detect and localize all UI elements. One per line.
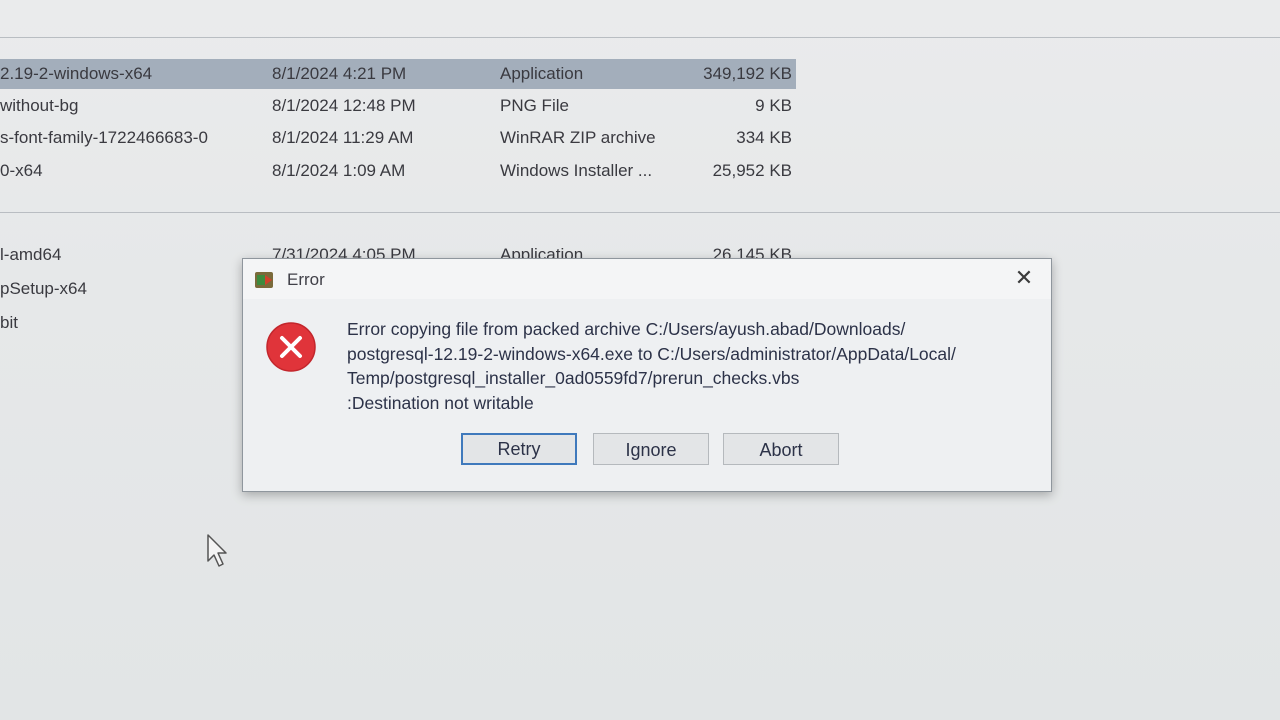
file-type: PNG File (500, 96, 569, 115)
file-row[interactable]: pSetup-x64 (0, 274, 240, 304)
file-row[interactable]: 2.19-2-windows-x64 8/1/2024 4:21 PM Appl… (0, 59, 796, 89)
mouse-pointer-icon (206, 533, 230, 569)
error-x-icon (265, 321, 317, 373)
file-type: WinRAR ZIP archive (500, 128, 656, 147)
file-size: 25,952 KB (712, 161, 792, 180)
file-row[interactable]: 0-x64 8/1/2024 1:09 AM Windows Installer… (0, 156, 796, 186)
file-name: 2.19-2-windows-x64 (0, 64, 153, 83)
file-type: Windows Installer ... (500, 161, 653, 180)
ignore-button[interactable]: Ignore (593, 433, 709, 465)
error-dialog: Error ✕ Error copying file from packed a… (242, 258, 1052, 492)
abort-button[interactable]: Abort (723, 433, 839, 465)
file-row[interactable]: without-bg 8/1/2024 12:48 PM PNG File 9 … (0, 91, 796, 121)
file-name: pSetup-x64 (0, 279, 87, 298)
file-name: l-amd64 (0, 245, 62, 263)
file-date: 8/1/2024 12:48 PM (272, 96, 416, 115)
file-date: 8/1/2024 1:09 AM (272, 161, 406, 180)
message-line: :Destination not writable (347, 392, 534, 413)
dialog-title: Error (287, 270, 325, 289)
file-name: without-bg (0, 96, 79, 115)
message-line: postgresql-12.19-2-windows-x64.exe to C:… (347, 343, 956, 364)
file-row[interactable]: s-font-family-1722466683-0 8/1/2024 11:2… (0, 123, 796, 153)
message-line: Temp/postgresql_installer_0ad0559fd7/pre… (347, 368, 800, 388)
installer-app-icon (253, 269, 275, 291)
error-message: Error copying file from packed archive C… (347, 317, 1037, 415)
file-name: 0-x64 (0, 161, 43, 180)
top-divider (0, 37, 1280, 38)
message-line: Error copying file from packed archive C… (347, 319, 906, 339)
retry-button[interactable]: Retry (461, 433, 577, 465)
file-date: 8/1/2024 4:21 PM (272, 64, 407, 83)
dialog-titlebar[interactable]: Error ✕ (243, 259, 1051, 299)
file-name: bit (0, 313, 18, 332)
file-size: 349,192 KB (703, 64, 792, 83)
file-size: 334 KB (736, 128, 792, 147)
close-icon[interactable]: ✕ (1007, 263, 1041, 293)
group-divider (0, 212, 1280, 213)
file-row[interactable]: bit (0, 308, 240, 338)
file-size: 9 KB (755, 96, 792, 115)
file-type: Application (500, 64, 584, 83)
file-name: s-font-family-1722466683-0 (0, 128, 208, 147)
file-date: 8/1/2024 11:29 AM (272, 128, 414, 147)
